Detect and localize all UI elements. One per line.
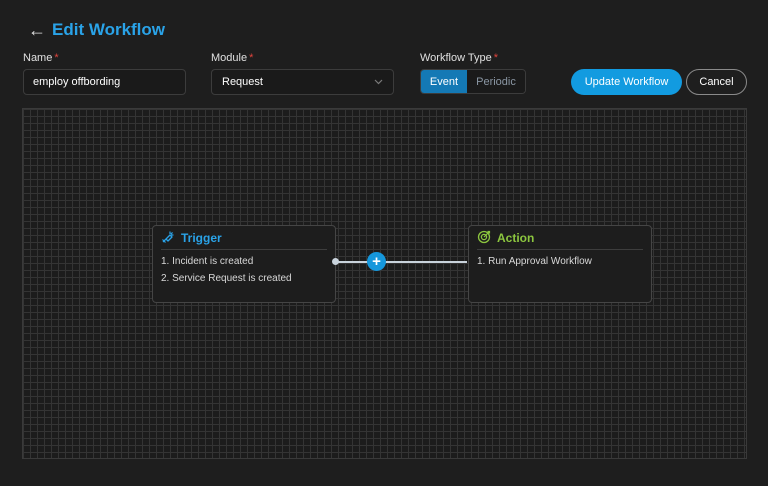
target-icon [477,230,491,247]
required-mark: * [54,52,59,64]
back-arrow-icon[interactable]: ← [28,21,46,39]
module-label: Module * [211,52,254,64]
trigger-node-divider [161,249,327,250]
add-step-button[interactable]: + [367,252,386,271]
workflow-canvas[interactable]: Trigger 1. Incident is created 2. Servic… [22,108,747,459]
action-node-list: 1. Run Approval Workflow [469,253,651,270]
required-mark: * [493,52,499,64]
action-node-header: Action [469,229,651,247]
list-item: 1. Incident is created [161,256,254,267]
page-title: Edit Workflow [52,20,166,39]
action-node-title: Action [497,231,535,245]
workflow-type-label: Workflow Type * [420,52,499,64]
connector-line [336,261,467,263]
action-node-divider [477,249,643,250]
cancel-button[interactable]: Cancel [686,69,747,95]
trigger-node-header: Trigger [153,229,335,247]
action-node[interactable]: Action 1. Run Approval Workflow [468,225,652,303]
update-workflow-button[interactable]: Update Workflow [571,69,682,95]
trigger-node-list: 1. Incident is created 2. Service Reques… [153,253,335,287]
required-mark: * [249,52,254,64]
name-input[interactable] [23,69,186,95]
trigger-node[interactable]: Trigger 1. Incident is created 2. Servic… [152,225,336,303]
workflow-type-periodic[interactable]: Periodic [467,70,525,93]
list-item: 1. Run Approval Workflow [477,256,592,267]
trigger-icon [161,230,175,247]
workflow-type-toggle: Event Periodic [420,69,526,94]
page-header: ← Edit Workflow [28,20,165,40]
trigger-node-title: Trigger [181,231,222,245]
module-select-value: Request [222,76,263,88]
chevron-down-icon [374,77,383,87]
workflow-type-event[interactable]: Event [421,70,467,93]
module-select[interactable]: Request [211,69,394,95]
edit-workflow-page: ← Edit Workflow Name* Module* Request Wo… [0,0,768,486]
name-label: Name * [23,52,59,64]
list-item: 2. Service Request is created [161,273,292,284]
